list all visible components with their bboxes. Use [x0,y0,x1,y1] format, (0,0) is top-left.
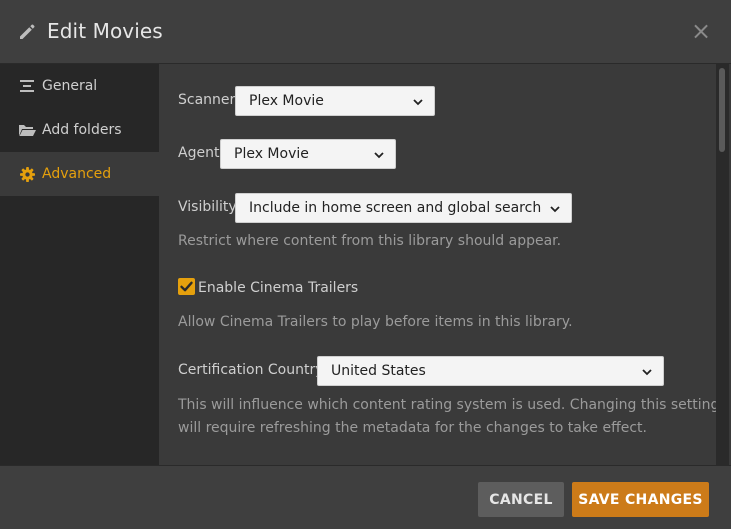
sidebar-item-label: Add folders [42,122,122,138]
visibility-label: Visibility [178,199,237,215]
cancel-button[interactable]: CANCEL [478,482,564,517]
certification-country-help-line-1: This will influence which content rating… [178,397,720,413]
scrollbar[interactable] [716,64,729,465]
scanner-select-value: Plex Movie [249,93,324,109]
sidebar-item-add-folders[interactable]: Add folders [0,108,159,152]
sidebar-item-label: General [42,78,98,94]
checkmark-icon [180,281,193,292]
chevron-down-icon [413,99,423,106]
certification-country-select[interactable]: United States [317,356,664,386]
visibility-help-text: Restrict where content from this library… [178,233,562,249]
scanner-select[interactable]: Plex Movie [235,86,435,116]
list-icon [18,77,36,95]
close-icon[interactable]: × [690,19,712,43]
dialog-title: Edit Movies [47,19,163,43]
certification-country-help-line-2: will require refreshing the metadata for… [178,420,647,436]
chevron-down-icon [642,369,652,376]
visibility-select[interactable]: Include in home screen and global search [235,193,572,223]
cinema-trailers-checkbox[interactable] [178,278,195,295]
dialog-footer: CANCEL SAVE CHANGES [0,465,731,529]
dialog-header: Edit Movies × [0,0,731,64]
cinema-trailers-help-text: Allow Cinema Trailers to play before ite… [178,314,573,330]
sidebar-item-label: Advanced [42,166,112,182]
sidebar-item-general[interactable]: General [0,64,159,108]
chevron-down-icon [374,152,384,159]
cinema-trailers-label[interactable]: Enable Cinema Trailers [198,280,358,296]
agent-select[interactable]: Plex Movie [220,139,396,169]
sidebar-item-advanced[interactable]: Advanced [0,152,159,196]
visibility-select-value: Include in home screen and global search [249,200,542,216]
chevron-down-icon [550,206,560,213]
certification-country-select-value: United States [331,363,426,379]
scanner-label: Scanner [178,92,236,108]
agent-label: Agent [178,145,220,161]
gear-icon [18,165,36,183]
save-changes-button[interactable]: SAVE CHANGES [572,482,709,517]
pencil-icon [20,24,35,39]
agent-select-value: Plex Movie [234,146,309,162]
certification-country-label: Certification Country [178,362,324,378]
folder-icon [18,121,36,139]
scrollbar-thumb[interactable] [719,68,725,152]
sidebar: General Add folders Advanced [0,64,159,465]
